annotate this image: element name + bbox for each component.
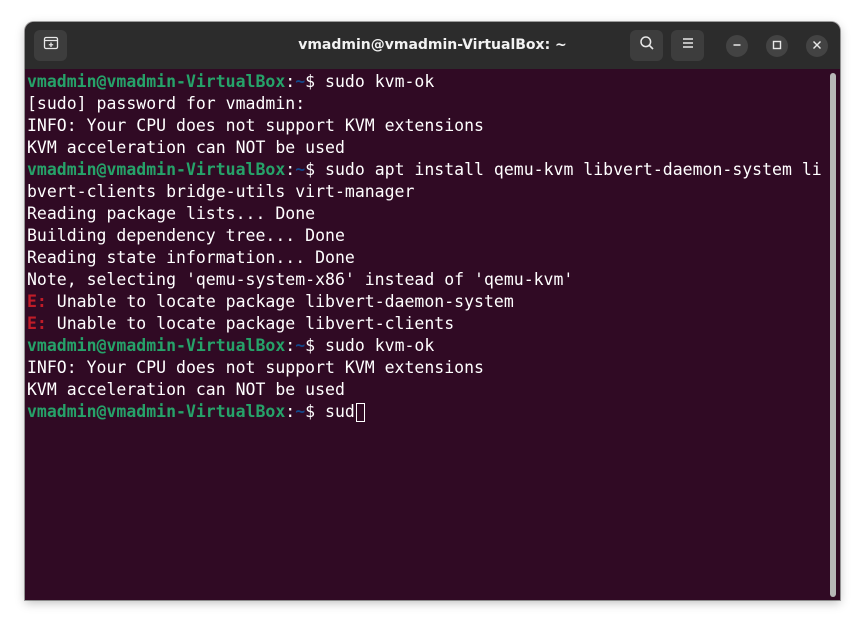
error-message: Unable to locate package libvert-daemon-… — [46, 292, 514, 311]
prompt-dollar: $ — [305, 336, 326, 355]
command-text: sudo apt install qemu-kvm libvert-daemon… — [325, 160, 822, 179]
prompt-dollar: $ — [305, 160, 326, 179]
command-text: sudo kvm-ok — [325, 72, 435, 91]
error-line: E: Unable to locate package libvert-daem… — [27, 291, 514, 313]
terminal-output-area[interactable]: vmadmin@vmadmin-VirtualBox:~$ sudo kvm-o… — [25, 69, 840, 600]
search-icon — [639, 35, 655, 56]
prompt-user-host: vmadmin@vmadmin-VirtualBox — [27, 160, 286, 179]
output-line: INFO: Your CPU does not support KVM exte… — [27, 358, 484, 377]
maximize-icon — [772, 37, 782, 55]
output-line: Reading state information... Done — [27, 248, 355, 267]
close-icon — [812, 37, 822, 55]
prompt-dollar: $ — [305, 402, 326, 421]
prompt-line: vmadmin@vmadmin-VirtualBox:~$ sudo kvm-o… — [27, 335, 434, 357]
prompt-path: ~ — [295, 402, 306, 421]
output-line: Building dependency tree... Done — [27, 226, 345, 245]
terminal-window: vmadmin@vmadmin-VirtualBox: ~ vmadmin@vm… — [25, 22, 840, 600]
output-line: Reading package lists... Done — [27, 204, 316, 223]
prompt-line: vmadmin@vmadmin-VirtualBox:~$ sudo kvm-o… — [27, 71, 434, 93]
scrollbar[interactable] — [830, 73, 836, 597]
close-button[interactable] — [806, 35, 828, 57]
minimize-button[interactable] — [726, 35, 748, 57]
output-line: bvert-clients bridge-utils virt-manager — [27, 182, 415, 201]
output-line: [sudo] password for vmadmin: — [27, 94, 306, 113]
prompt-path: ~ — [295, 72, 306, 91]
maximize-button[interactable] — [766, 35, 788, 57]
menu-button[interactable] — [671, 30, 704, 61]
prompt-user-host: vmadmin@vmadmin-VirtualBox — [27, 72, 286, 91]
error-message: Unable to locate package libvert-clients — [46, 314, 455, 333]
command-text: sudo kvm-ok — [325, 336, 435, 355]
error-tag: E: — [27, 314, 47, 333]
output-line: INFO: Your CPU does not support KVM exte… — [27, 116, 484, 135]
error-line: E: Unable to locate package libvert-clie… — [27, 313, 454, 335]
prompt-dollar: $ — [305, 72, 326, 91]
error-tag: E: — [27, 292, 47, 311]
output-line: KVM acceleration can NOT be used — [27, 138, 345, 157]
prompt-line: vmadmin@vmadmin-VirtualBox:~$ sudo apt i… — [27, 159, 822, 181]
prompt-colon: : — [285, 160, 296, 179]
title-bar[interactable]: vmadmin@vmadmin-VirtualBox: ~ — [25, 22, 840, 69]
prompt-path: ~ — [295, 160, 306, 179]
prompt-colon: : — [285, 72, 296, 91]
hamburger-menu-icon — [680, 35, 696, 56]
output-line: KVM acceleration can NOT be used — [27, 380, 345, 399]
prompt-colon: : — [285, 336, 296, 355]
command-text: sud — [325, 402, 355, 421]
prompt-line: vmadmin@vmadmin-VirtualBox:~$ sud — [27, 401, 365, 423]
prompt-path: ~ — [295, 336, 306, 355]
prompt-user-host: vmadmin@vmadmin-VirtualBox — [27, 336, 286, 355]
new-tab-icon — [43, 35, 59, 56]
minimize-icon — [732, 37, 742, 55]
prompt-colon: : — [285, 402, 296, 421]
new-tab-button[interactable] — [34, 30, 67, 61]
search-button[interactable] — [630, 30, 663, 61]
prompt-user-host: vmadmin@vmadmin-VirtualBox — [27, 402, 286, 421]
output-line: Note, selecting 'qemu-system-x86' instea… — [27, 270, 574, 289]
window-title: vmadmin@vmadmin-VirtualBox: ~ — [298, 37, 567, 53]
text-cursor — [355, 403, 365, 422]
